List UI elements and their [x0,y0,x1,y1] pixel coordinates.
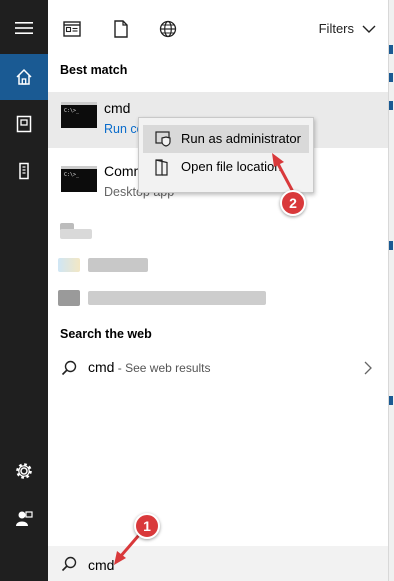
background-window-edge [388,0,394,581]
folder-open-icon [155,159,168,176]
edge-mark [389,396,393,405]
web-globe-icon[interactable] [157,18,179,40]
edge-mark [389,101,393,110]
web-query: cmd [88,359,115,375]
chevron-right-icon[interactable] [364,361,372,375]
chevron-down-icon [362,25,376,33]
web-search-result[interactable]: cmd - See web results [48,352,388,384]
search-box[interactable]: cmd [48,546,388,581]
gear-icon[interactable] [0,448,48,494]
filters-button[interactable]: Filters [319,21,376,36]
edge-mark [389,73,393,82]
callout-badge-1: 1 [134,513,160,539]
documents-icon[interactable] [110,18,132,40]
home-icon[interactable] [0,54,48,100]
search-icon [61,360,77,376]
edge-mark [389,241,393,250]
command-prompt-icon: C:\>_ [61,166,97,192]
callout-badge-2: 2 [280,190,306,216]
document-icon[interactable] [0,101,48,147]
obscured-icon [58,258,80,272]
left-rail [0,0,48,581]
tower-pc-icon[interactable] [0,148,48,194]
open-file-location-item[interactable]: Open file location [143,153,309,181]
apps-icon[interactable] [61,18,83,40]
search-icon [61,556,77,572]
obscured-text [88,291,266,305]
search-toolbar: Filters [48,0,388,56]
shield-icon [155,131,171,147]
hamburger-menu-icon[interactable] [0,5,48,51]
obscured-icon [58,290,80,306]
search-input[interactable]: cmd [88,557,114,573]
context-menu: Run as administrator Open file location [138,117,314,193]
run-as-administrator-item[interactable]: Run as administrator [143,125,309,153]
open-file-location-label: Open file location [181,159,282,174]
user-feedback-icon[interactable] [0,496,48,542]
obscured-text [88,258,148,272]
filters-label: Filters [318,21,354,36]
command-prompt-icon: C:\>_ [61,102,97,128]
edge-mark [389,45,393,54]
web-results-hint: - See web results [114,361,211,375]
best-match-heading: Best match [60,63,128,77]
obscured-text [60,229,92,239]
search-web-heading: Search the web [60,327,152,341]
run-as-administrator-label: Run as administrator [181,131,301,146]
best-match-title: cmd [104,100,131,116]
